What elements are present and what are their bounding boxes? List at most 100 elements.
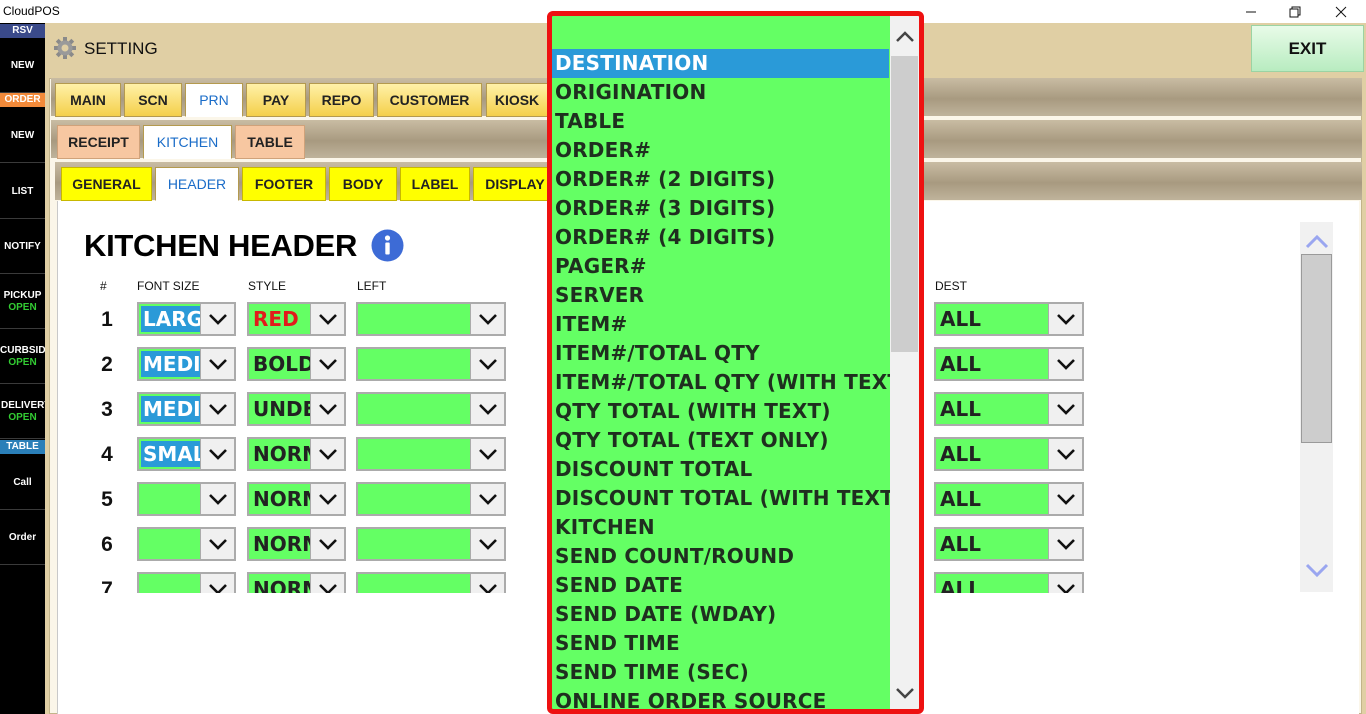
style-select[interactable]: NORMAL (247, 482, 346, 516)
left-select[interactable] (356, 527, 506, 561)
dropdown-option[interactable]: ITEM#/TOTAL QTY (WITH TEXT) (552, 368, 910, 397)
dest-select[interactable]: ALL (934, 437, 1084, 471)
tab-customer[interactable]: CUSTOMER (377, 83, 482, 117)
dest-select[interactable]: ALL (934, 302, 1084, 336)
dropdown-option[interactable]: DESTINATION (552, 49, 889, 78)
sidebar-item-list[interactable]: LIST (0, 164, 45, 219)
tab-label[interactable]: LABEL (400, 167, 470, 201)
dest-select[interactable]: ALL (934, 572, 1084, 593)
dropdown-arrow-button[interactable] (310, 394, 344, 424)
minimize-button[interactable] (1228, 0, 1274, 23)
option-dropdown-list[interactable]: DESTINATION ORIGINATION TABLE ORDER# ORDER# … (547, 11, 924, 714)
sidebar-item-call[interactable]: Call (0, 455, 45, 510)
dropdown-option[interactable]: QTY TOTAL (WITH TEXT) (552, 397, 889, 426)
tab-kitchen[interactable]: KITCHEN (143, 125, 232, 159)
dropdown-arrow-button[interactable] (200, 349, 234, 379)
dropdown-option[interactable]: TABLE (552, 107, 889, 136)
font-size-select[interactable] (137, 482, 236, 516)
dropdown-arrow-button[interactable] (1048, 484, 1082, 514)
dest-select[interactable]: ALL (934, 482, 1084, 516)
style-select[interactable]: NORMAL (247, 437, 346, 471)
tab-table[interactable]: TABLE (235, 125, 305, 159)
sidebar-item-order[interactable]: Order (0, 510, 45, 565)
tab-display[interactable]: DISPLAY (473, 167, 557, 201)
tab-prn[interactable]: PRN (185, 83, 243, 117)
font-size-select[interactable]: LARGE (137, 302, 236, 336)
content-scrollbar[interactable] (1300, 222, 1333, 592)
tab-main[interactable]: MAIN (55, 83, 121, 117)
dest-select[interactable]: ALL (934, 527, 1084, 561)
style-select[interactable]: RED (247, 302, 346, 336)
tab-pay[interactable]: PAY (246, 83, 306, 117)
tab-scn[interactable]: SCN (124, 83, 182, 117)
style-select[interactable]: NORMAL (247, 572, 346, 593)
style-select[interactable]: UNDERLINE (247, 392, 346, 426)
tab-kiosk[interactable]: KIOSK (486, 83, 548, 117)
tab-body[interactable]: BODY (329, 167, 397, 201)
dropdown-arrow-button[interactable] (470, 304, 504, 334)
dropdown-arrow-button[interactable] (200, 394, 234, 424)
dropdown-arrow-button[interactable] (1048, 394, 1082, 424)
dropdown-scrollbar-thumb[interactable] (891, 56, 918, 352)
dropdown-option[interactable]: KITCHEN (552, 513, 889, 542)
style-select[interactable]: BOLD (247, 347, 346, 381)
dropdown-option[interactable]: SEND DATE (552, 571, 889, 600)
sidebar-item-curbside[interactable]: CURBSID OPEN (0, 329, 45, 384)
tab-header[interactable]: HEADER (155, 167, 239, 201)
dropdown-arrow-button[interactable] (470, 439, 504, 469)
dropdown-arrow-button[interactable] (310, 304, 344, 334)
dropdown-option[interactable]: SEND DATE (WDAY) (552, 600, 889, 629)
exit-button[interactable]: EXIT (1251, 25, 1364, 72)
dropdown-arrow-button[interactable] (1048, 529, 1082, 559)
dropdown-arrow-button[interactable] (310, 574, 344, 593)
tab-repo[interactable]: REPO (309, 83, 374, 117)
font-size-select[interactable] (137, 572, 236, 593)
dest-select[interactable]: ALL (934, 392, 1084, 426)
dropdown-arrow-button[interactable] (200, 439, 234, 469)
dropdown-arrow-button[interactable] (200, 484, 234, 514)
dropdown-option[interactable]: DISCOUNT TOTAL (WITH TEXT) (552, 484, 903, 513)
font-size-select[interactable]: MEDIUM (137, 392, 236, 426)
dropdown-option[interactable]: ORIGINATION (552, 78, 889, 107)
dropdown-arrow-button[interactable] (200, 574, 234, 593)
dropdown-option[interactable]: ORDER# (552, 136, 889, 165)
dropdown-option[interactable]: SEND TIME (552, 629, 889, 658)
sidebar-item-delivery[interactable]: DELIVERYOPEN (0, 384, 45, 439)
dropdown-option[interactable]: SEND COUNT/ROUND (552, 542, 889, 571)
tab-receipt[interactable]: RECEIPT (57, 125, 140, 159)
dropdown-arrow-button[interactable] (1048, 574, 1082, 593)
restore-button[interactable] (1272, 0, 1318, 23)
close-button[interactable] (1318, 0, 1364, 23)
font-size-select[interactable] (137, 527, 236, 561)
dropdown-option[interactable]: QTY TOTAL (TEXT ONLY) (552, 426, 889, 455)
left-select[interactable] (356, 392, 506, 426)
dropdown-scroll-down[interactable] (890, 680, 919, 706)
dropdown-scrollbar[interactable] (890, 16, 919, 709)
dropdown-option[interactable]: ORDER# (3 DIGITS) (552, 194, 889, 223)
dropdown-arrow-button[interactable] (470, 574, 504, 593)
dropdown-arrow-button[interactable] (310, 529, 344, 559)
dropdown-arrow-button[interactable] (470, 394, 504, 424)
dropdown-option[interactable]: ORDER# (2 DIGITS) (552, 165, 889, 194)
dropdown-option[interactable]: SEND TIME (SEC) (552, 658, 889, 687)
sidebar-item-order-new[interactable]: NEW (0, 108, 45, 163)
dropdown-option[interactable]: ITEM# (552, 310, 889, 339)
tab-general[interactable]: GENERAL (61, 167, 152, 201)
tab-footer[interactable]: FOOTER (242, 167, 326, 201)
style-select[interactable]: NORMAL (247, 527, 346, 561)
chevron-up-icon[interactable] (1305, 234, 1329, 250)
dropdown-arrow-button[interactable] (200, 304, 234, 334)
dropdown-arrow-button[interactable] (470, 349, 504, 379)
sidebar-item-rsv-new[interactable]: NEW (0, 38, 45, 93)
dropdown-arrow-button[interactable] (470, 484, 504, 514)
left-select[interactable] (356, 572, 506, 593)
dropdown-option[interactable]: DISCOUNT TOTAL (552, 455, 889, 484)
dropdown-option[interactable]: ORDER# (4 DIGITS) (552, 223, 889, 252)
dropdown-arrow-button[interactable] (310, 484, 344, 514)
dropdown-arrow-button[interactable] (1048, 304, 1082, 334)
dropdown-arrow-button[interactable] (200, 529, 234, 559)
font-size-select[interactable]: MEDIUM (137, 347, 236, 381)
dropdown-arrow-button[interactable] (470, 529, 504, 559)
left-select[interactable] (356, 347, 506, 381)
dropdown-arrow-button[interactable] (310, 439, 344, 469)
